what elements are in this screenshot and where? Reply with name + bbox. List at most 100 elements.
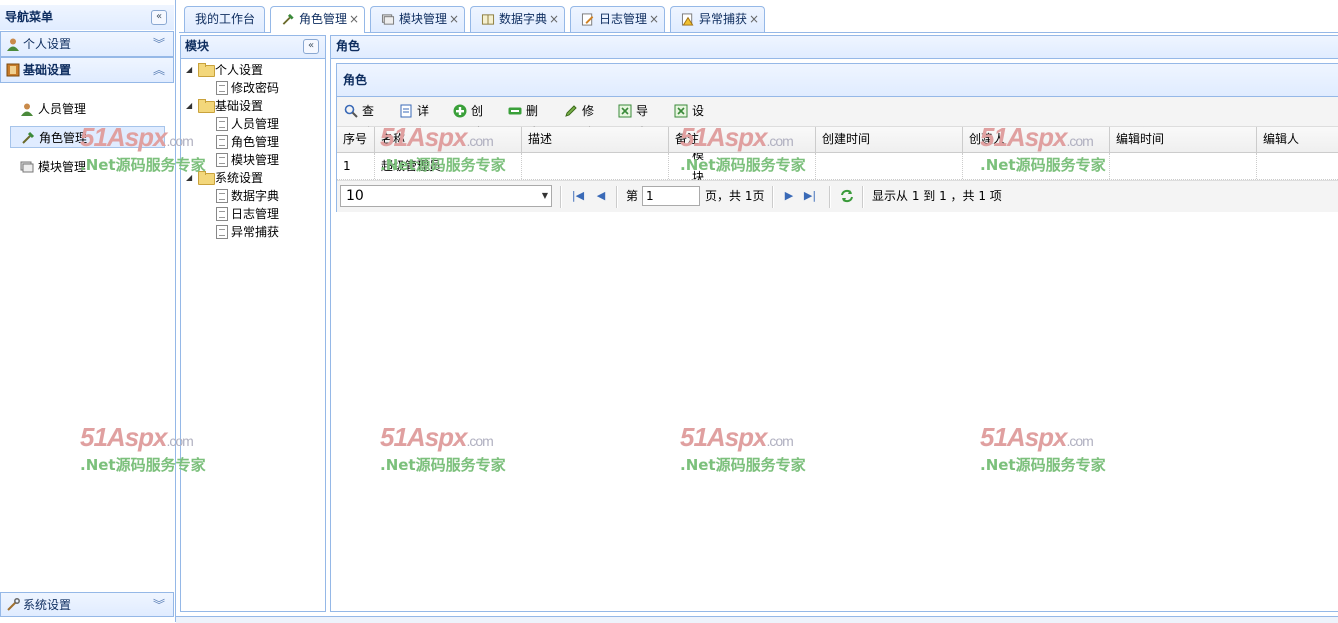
nav-item-label: 角色管理 (39, 131, 88, 145)
close-icon[interactable]: × (549, 7, 559, 32)
prev-page-icon[interactable]: ◀ (594, 188, 608, 204)
tab-label: 异常捕获 (699, 12, 748, 26)
nav-section-personal[interactable]: 个人设置 ︾ (0, 31, 174, 57)
table-cell: 超级管理员 (375, 153, 522, 179)
nav-section-system[interactable]: 系统设置 ︾ (0, 592, 174, 617)
tab-workbench[interactable]: 我的工作台 (184, 6, 265, 32)
refresh-icon[interactable] (839, 188, 855, 204)
role-key-icon (282, 13, 294, 25)
tab-label: 我的工作台 (195, 12, 256, 26)
dropdown-arrow-icon: ▼ (541, 191, 548, 200)
tree-expand-icon[interactable]: ◢ (186, 61, 192, 79)
column-header[interactable]: 编辑人 (1257, 127, 1338, 152)
tree-node-label: 人员管理 (231, 117, 280, 131)
nav-title: 导航菜单 (5, 10, 54, 24)
grid-toolbar (337, 97, 1338, 127)
excel-icon (618, 104, 632, 118)
document-icon (400, 104, 412, 118)
tree-node-label: 修改密码 (231, 81, 280, 95)
page-size-value: 10 (346, 188, 364, 204)
file-icon (216, 207, 228, 221)
table-cell (816, 153, 963, 179)
nav-section-label: 系统设置 (23, 598, 72, 612)
column-header[interactable]: 描述 (522, 127, 669, 152)
tree-node-label: 系统设置 (215, 171, 264, 185)
chevron-down-icon: ︾ (152, 37, 165, 51)
module-collapse-icon[interactable]: « (303, 39, 319, 54)
last-page-icon[interactable]: ▶| (803, 188, 817, 204)
close-icon[interactable]: × (649, 7, 659, 32)
nav-section-label: 个人设置 (23, 37, 72, 51)
tree-node-label: 异常捕获 (231, 225, 280, 239)
search-icon (344, 104, 358, 118)
tab-role-management[interactable]: 角色管理 × (270, 6, 365, 33)
tab-module-management[interactable]: 模块管理 × (370, 6, 465, 32)
settings-book-icon (6, 63, 20, 77)
user-icon (21, 103, 33, 116)
column-header[interactable]: 编辑时间 (1110, 127, 1257, 152)
pager-separator (560, 186, 562, 208)
nav-item-modules[interactable]: 模块管理 (10, 156, 165, 178)
column-header[interactable]: 序号 (337, 127, 375, 152)
nav-item-users[interactable]: 人员管理 (10, 98, 165, 120)
module-panel-header: 模块 « (181, 36, 325, 59)
tab-label: 日志管理 (599, 12, 648, 26)
close-icon[interactable]: × (349, 7, 359, 32)
tab-log-management[interactable]: 日志管理 × (570, 6, 665, 32)
grid-title: 角色 (343, 73, 368, 87)
file-icon (216, 135, 228, 149)
pager-separator (616, 186, 618, 208)
first-page-icon[interactable]: |◀ (571, 188, 585, 204)
tab-label: 角色管理 (299, 12, 348, 26)
page-suffix: 页，共 1页 (705, 189, 765, 203)
tab-data-dictionary[interactable]: 数据字典 × (470, 6, 565, 32)
file-icon (216, 153, 228, 167)
wrench-icon (7, 598, 20, 611)
tree-expand-icon[interactable]: ◢ (186, 169, 192, 187)
file-icon (216, 117, 228, 131)
log-edit-icon (581, 13, 594, 26)
folder-icon (198, 63, 215, 77)
folder-icon (198, 99, 215, 113)
pencil-icon (565, 105, 577, 117)
role-key-icon (22, 131, 35, 144)
tree-node-label: 基础设置 (215, 99, 264, 113)
page-prefix: 第 (626, 189, 639, 203)
nav-header: 导航菜单 « (0, 5, 174, 30)
book-icon (481, 14, 495, 25)
module-icon (381, 14, 395, 25)
grid-title-bar: 角色 (337, 64, 1338, 97)
column-header[interactable]: 名称 (375, 127, 522, 152)
next-page-icon[interactable]: ▶ (782, 188, 796, 204)
tab-label: 数据字典 (499, 12, 548, 26)
role-panel-title: 角色 (336, 39, 361, 53)
tree-expand-icon[interactable]: ◢ (186, 97, 192, 115)
column-header[interactable]: 备注 (669, 127, 816, 152)
close-icon[interactable]: × (749, 7, 759, 32)
chevron-up-icon: ︽ (152, 63, 165, 77)
page-size-select[interactable]: 10 ▼ (340, 185, 552, 207)
nav-panel (0, 0, 176, 622)
table-cell (1257, 153, 1338, 179)
nav-collapse-icon[interactable]: « (151, 10, 167, 25)
column-header[interactable]: 创建时间 (816, 127, 963, 152)
page-number-input[interactable] (642, 186, 700, 206)
file-icon (216, 189, 228, 203)
file-icon (216, 81, 228, 95)
tree-node-label: 数据字典 (231, 189, 280, 203)
remove-icon (508, 107, 522, 115)
tab-exception-capture[interactable]: 异常捕获 × (670, 6, 765, 32)
module-icon (20, 161, 34, 173)
tree-node-label: 角色管理 (231, 135, 280, 149)
table-cell (669, 153, 816, 179)
nav-item-roles[interactable]: 角色管理 (10, 126, 165, 148)
file-icon (216, 225, 228, 239)
module-panel-title: 模块 (185, 39, 210, 53)
close-icon[interactable]: × (449, 7, 459, 32)
pager-summary: 显示从 1 到 1 ，共 1 项 (872, 189, 1002, 203)
chevron-down-icon: ︾ (152, 598, 165, 612)
nav-section-basic[interactable]: 基础设置 ︽ (0, 57, 174, 83)
table-cell (1110, 153, 1257, 179)
pager-separator (772, 186, 774, 208)
column-header[interactable]: 创建人 (963, 127, 1110, 152)
